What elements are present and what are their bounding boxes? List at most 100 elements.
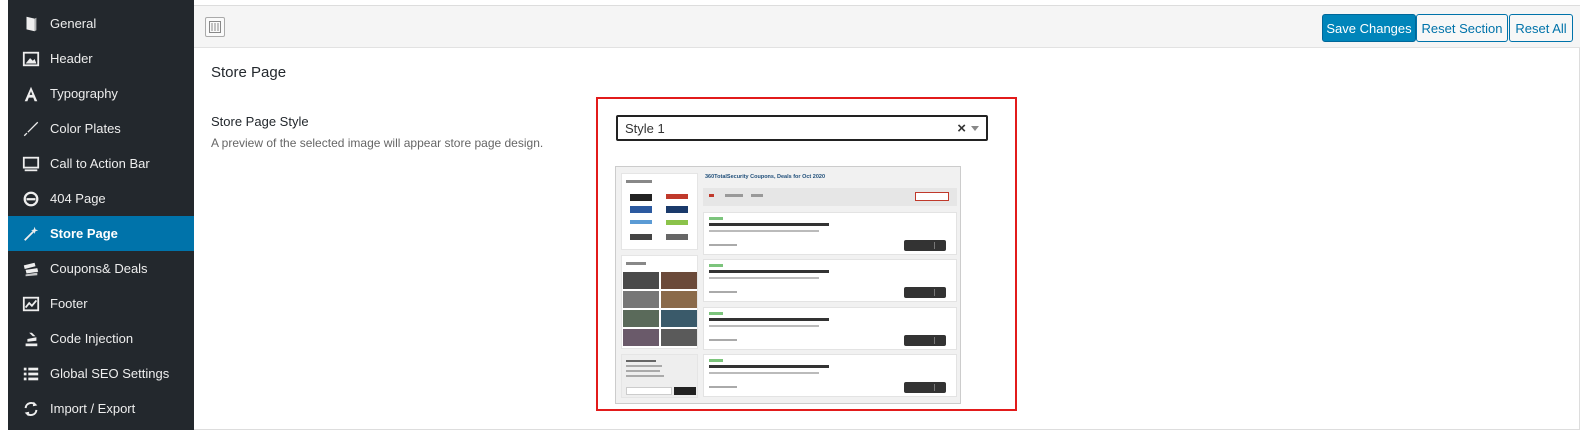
coupon-desc-line [709,325,819,327]
preview-tab [751,194,763,197]
category-tile [661,291,697,308]
clear-selection-icon[interactable]: × [957,120,966,137]
coupon-desc-line [709,230,819,232]
field-description: A preview of the selected image will app… [211,136,544,150]
sidebar-item-coupons-deals[interactable]: Coupons& Deals [8,251,194,286]
coupon-get-code-button [904,240,946,251]
sidebar-item-typography[interactable]: Typography [8,76,194,111]
subscribe-text-line [626,360,656,362]
store-logo [630,206,652,213]
sidebar-item-code-injection[interactable]: Code Injection [8,321,194,356]
options-main: Save Changes Reset Section Reset All Sto… [194,5,1580,430]
sidebar-item-general[interactable]: General [8,6,194,41]
typography-icon [20,83,42,105]
sidebar-item-header[interactable]: Header [8,41,194,76]
preview-heading-bar [626,262,646,265]
sidebar-item-footer[interactable]: Footer [8,286,194,321]
preview-title: 360TotalSecurity Coupons, Deals for Oct … [705,174,826,180]
sidebar-item-store-page[interactable]: Store Page [8,216,194,251]
sidebar-item-label: Coupons& Deals [50,261,148,276]
preview-coupon [703,259,957,302]
brush-icon [20,118,42,140]
preview-right-column: 360TotalSecurity Coupons, Deals for Oct … [703,172,957,400]
tickets-icon [20,258,42,280]
coupon-title-line [709,270,829,273]
sidebar-item-label: Call to Action Bar [50,156,150,171]
reset-all-button[interactable]: Reset All [1509,14,1573,42]
category-tile [661,329,697,346]
preview-left-column [621,173,698,399]
subscribe-text-line [626,370,660,372]
options-sidebar: General Header Typography Color Plates C… [8,0,194,430]
store-logo [666,206,688,213]
coupon-desc-line [709,277,819,279]
columns-icon [209,21,221,33]
preview-coupon [703,354,957,397]
stack-icon [20,328,42,350]
options-toolbar: Save Changes Reset Section Reset All [194,6,1580,48]
coupon-title-line [709,318,829,321]
save-changes-button[interactable]: Save Changes [1322,14,1416,42]
coupon-tag [709,312,723,315]
category-tile [623,310,659,327]
magic-wand-icon [20,223,42,245]
coupon-date-line [709,386,737,388]
subscribe-text-line [626,375,664,377]
store-page-style-select[interactable]: Style 1 × [616,115,988,141]
sidebar-item-label: Color Plates [50,121,121,136]
chevron-down-icon[interactable] [971,125,979,131]
coupon-tag [709,264,723,267]
sidebar-item-404-page[interactable]: 404 Page [8,181,194,216]
preview-category [621,255,698,349]
reset-section-button[interactable]: Reset Section [1416,14,1508,42]
field-label: Store Page Style [211,114,309,129]
store-logo [666,194,688,199]
section-title: Store Page [211,64,287,81]
coupon-title-line [709,223,829,226]
sidebar-item-label: Header [50,51,93,66]
options-panel: General Header Typography Color Plates C… [0,0,1592,438]
sidebar-item-color-plates[interactable]: Color Plates [8,111,194,146]
store-logo [630,234,652,240]
sidebar-item-global-seo-settings[interactable]: Global SEO Settings [8,356,194,391]
coupon-get-code-button [904,287,946,298]
coupon-get-code-button [904,382,946,393]
preview-tab [725,194,743,197]
sidebar-item-import-export[interactable]: Import / Export [8,391,194,426]
category-tile [623,272,659,289]
sidebar-item-label: General [50,16,97,31]
sidebar-item-call-to-action-bar[interactable]: Call to Action Bar [8,146,194,181]
preview-tab [709,194,714,197]
preview-subscribe [621,354,698,398]
sidebar-item-label: Global SEO Settings [50,366,170,381]
category-tile [661,310,697,327]
sidebar-item-label: Typography [50,86,118,101]
sidebar-item-label: Import / Export [50,401,136,416]
select-value: Style 1 [625,120,665,136]
book-icon [20,13,42,35]
expand-options-button[interactable] [205,17,225,37]
sidebar-item-label: Footer [50,296,88,311]
coupon-tag [709,359,723,362]
subscribe-input [626,387,672,395]
coupon-date-line [709,244,737,246]
sidebar-item-label: Store Page [50,226,118,241]
store-logo [666,234,688,240]
list-icon [20,363,42,385]
store-logo [630,194,652,201]
sidebar-item-label: 404 Page [50,191,106,206]
no-entry-icon [20,188,42,210]
category-tile [623,291,659,308]
store-logo [666,220,688,225]
subscribe-button [674,387,696,395]
refresh-icon [20,398,42,420]
preview-coupon [703,212,957,255]
sidebar-item-label: Code Injection [50,331,134,346]
category-tile [623,329,659,346]
subscribe-text-line [626,365,662,367]
preview-tabs [703,188,957,206]
preview-heading-bar [626,180,652,183]
coupon-date-line [709,339,737,341]
coupon-desc-line [709,372,819,374]
coupon-tag [709,217,723,220]
